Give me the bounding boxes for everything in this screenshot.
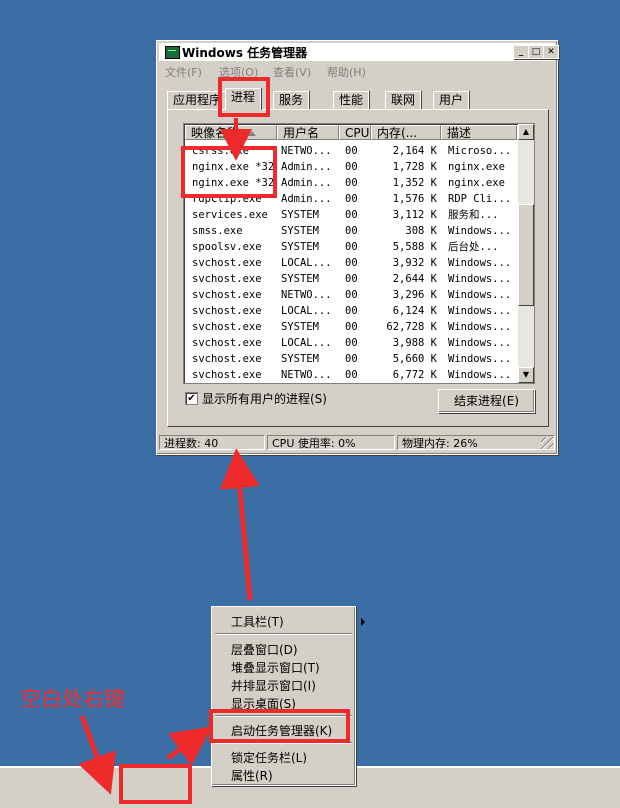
arrow-menu-to-window: [219, 448, 260, 601]
annotation-arrows: [78, 118, 260, 795]
tab-processes[interactable]: 进程: [225, 88, 262, 110]
arrow-label-to-taskbar: [78, 715, 116, 795]
arrow-click-to-menu: [166, 726, 213, 766]
